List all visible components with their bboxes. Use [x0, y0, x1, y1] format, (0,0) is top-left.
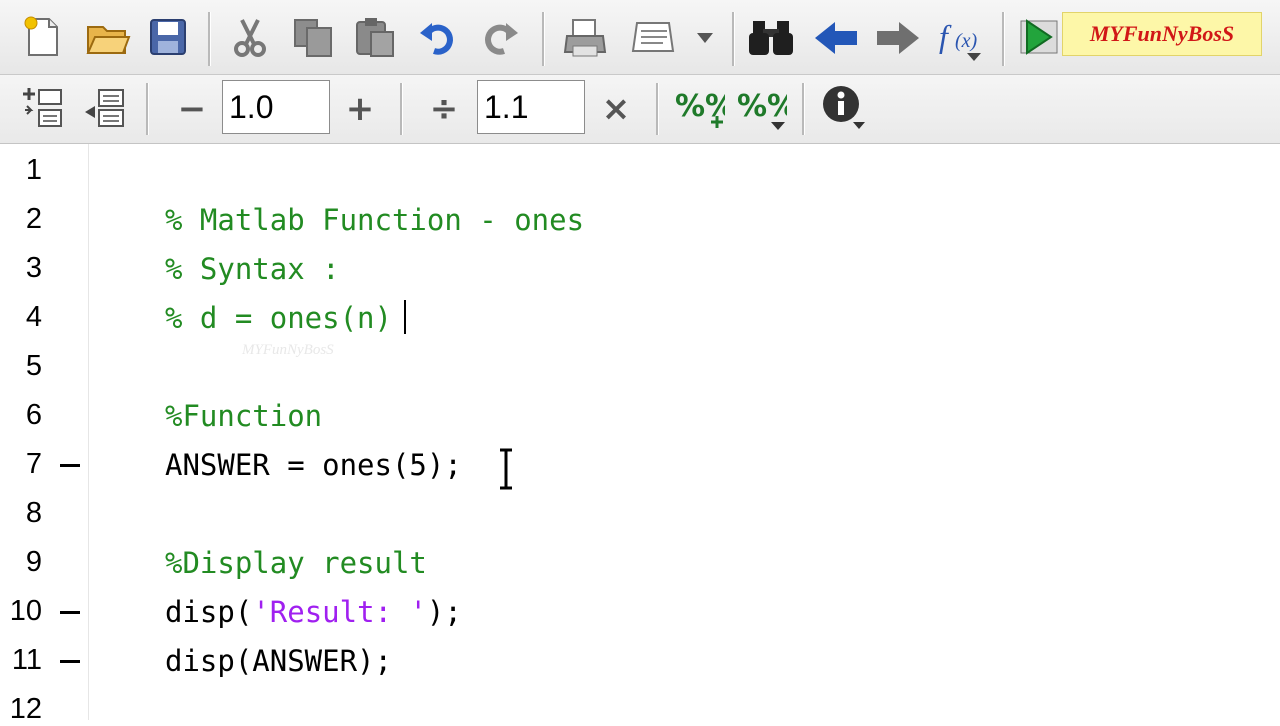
- paste-button[interactable]: [352, 16, 398, 58]
- run-icon: [1020, 19, 1058, 55]
- text-cursor: [404, 300, 406, 334]
- line-number: 2: [25, 203, 42, 235]
- line-number: 10: [9, 595, 42, 627]
- line-number: 4: [25, 301, 42, 333]
- cell-toolbar: − 1.0 + ÷ 1.1 × %% %%: [0, 75, 1280, 144]
- decrement-button[interactable]: −: [172, 89, 212, 129]
- code-line-11: disp(ANSWER);: [165, 644, 392, 678]
- print-icon: [563, 19, 607, 57]
- evaluate-cell-icon: [85, 89, 124, 127]
- find-button[interactable]: [746, 16, 796, 58]
- line-number: 9: [25, 546, 42, 578]
- binoculars-icon: [749, 21, 793, 55]
- comment-percent-icon: %%: [675, 89, 725, 128]
- svg-text:f: f: [939, 18, 952, 54]
- toolbar-separator: [656, 83, 659, 135]
- divide-icon: ÷: [429, 89, 459, 129]
- paste-icon: [356, 18, 394, 57]
- code-text: disp(: [165, 595, 253, 629]
- new-file-button[interactable]: [20, 14, 66, 60]
- code-line-2: % Matlab Function - ones: [165, 203, 585, 237]
- code-line-4: % d = ones(n): [165, 301, 392, 335]
- string-literal: 'Result: ': [252, 595, 427, 629]
- multiply-button[interactable]: ×: [596, 89, 636, 129]
- toolbar-separator: [146, 83, 149, 135]
- redo-button[interactable]: [478, 16, 522, 58]
- toolbar-separator: [732, 12, 735, 66]
- print-button[interactable]: [560, 16, 610, 60]
- line-number: 7: [25, 448, 42, 480]
- new-file-icon: [24, 16, 58, 56]
- cut-button[interactable]: [228, 16, 272, 58]
- evaluate-cell-button[interactable]: [80, 85, 128, 131]
- uncomment-button[interactable]: %%: [736, 85, 788, 133]
- svg-text:(x): (x): [955, 30, 978, 52]
- line-number: 6: [25, 399, 42, 431]
- code-text: );: [426, 595, 462, 629]
- breakpoint-marker-line-11[interactable]: [60, 660, 80, 663]
- undo-icon: [420, 23, 453, 55]
- divide-value-input[interactable]: 1.1: [477, 80, 585, 134]
- open-file-button[interactable]: [84, 16, 132, 58]
- save-button[interactable]: [146, 16, 190, 58]
- line-number: 11: [11, 644, 42, 676]
- run-button[interactable]: [1018, 14, 1068, 60]
- increment-button[interactable]: +: [340, 89, 380, 129]
- breakpoint-marker-line-10[interactable]: [60, 611, 80, 614]
- code-line-7: ANSWER = ones(5);: [165, 448, 462, 482]
- scissors-icon: [234, 19, 266, 57]
- info-icon: [823, 86, 865, 129]
- editor-toolbar: f (x) MYFunNyBosS: [0, 0, 1280, 75]
- insert-cell-icon: [23, 88, 62, 127]
- minus-icon: −: [177, 89, 207, 129]
- line-number: 3: [25, 252, 42, 284]
- arrow-right-icon: [877, 22, 919, 54]
- redo-icon: [485, 23, 518, 55]
- function-icon: f (x): [939, 18, 981, 61]
- comment-button[interactable]: %%: [674, 85, 726, 133]
- code-editor[interactable]: 1 2 3 4 5 6 7 8 9 10 11 12 % Matlab Func…: [0, 144, 1280, 725]
- toolbar-separator: [542, 12, 545, 66]
- page-setup-dropdown[interactable]: [694, 28, 716, 48]
- svg-text:%%: %%: [737, 89, 787, 124]
- insert-cell-break-button[interactable]: [20, 85, 68, 131]
- line-number: 5: [25, 350, 42, 382]
- info-button[interactable]: [818, 83, 868, 133]
- copy-button[interactable]: [290, 16, 336, 58]
- toolbar-separator: [208, 12, 211, 66]
- plus-icon: +: [345, 89, 375, 129]
- function-button[interactable]: f (x): [936, 14, 986, 62]
- toolbar-separator: [802, 83, 805, 135]
- ibeam-cursor-icon: [500, 448, 512, 490]
- channel-brand-label: MYFunNyBosS: [1062, 12, 1262, 56]
- code-line-10: disp('Result: ');: [165, 595, 462, 629]
- uncomment-percent-icon: %%: [737, 89, 787, 130]
- code-line-3: % Syntax :: [165, 252, 340, 286]
- breakpoint-marker-line-7[interactable]: [60, 464, 80, 467]
- chevron-down-icon: [697, 33, 713, 43]
- line-number: 12: [9, 693, 42, 725]
- toolbar-separator: [400, 83, 403, 135]
- back-button[interactable]: [812, 18, 860, 58]
- divide-button[interactable]: ÷: [424, 89, 464, 129]
- arrow-left-icon: [815, 22, 857, 54]
- watermark: MYFunNyBosS: [242, 342, 334, 358]
- decrement-value-input[interactable]: 1.0: [222, 80, 330, 134]
- copy-icon: [294, 19, 332, 57]
- line-number: 1: [25, 154, 42, 186]
- folder-open-icon: [86, 26, 131, 54]
- line-number: 8: [25, 497, 42, 529]
- undo-button[interactable]: [416, 16, 460, 58]
- gutter-divider: [88, 144, 89, 720]
- multiply-icon: ×: [601, 89, 631, 129]
- page-setup-icon: [631, 22, 675, 52]
- page-setup-button[interactable]: [628, 16, 680, 58]
- code-line-6: %Function: [165, 399, 323, 433]
- forward-button[interactable]: [874, 18, 922, 58]
- toolbar-separator: [1002, 12, 1005, 66]
- save-icon: [150, 19, 186, 55]
- code-line-9: %Display result: [165, 546, 427, 580]
